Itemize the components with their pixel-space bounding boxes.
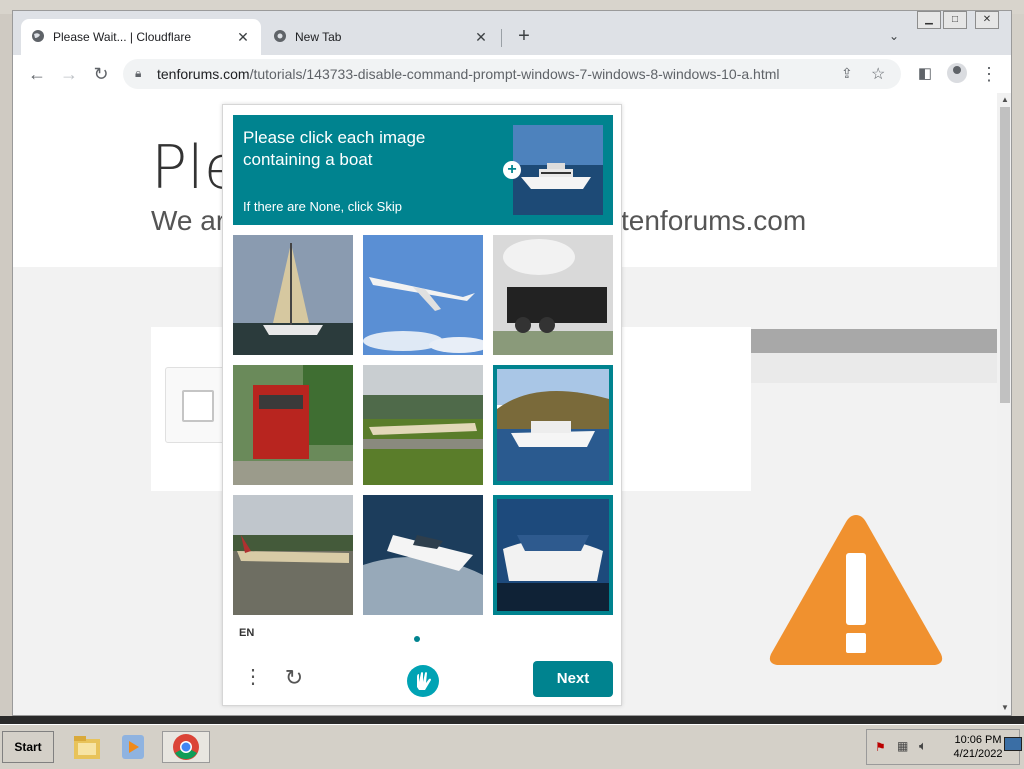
tab-strip: Please Wait... | Cloudflare ✕ New Tab ✕ …: [13, 11, 1011, 55]
verify-widget: [165, 367, 225, 443]
profile-avatar-icon[interactable]: [947, 63, 967, 83]
language-selector[interactable]: EN: [239, 627, 254, 639]
start-button[interactable]: Start: [2, 731, 54, 763]
network-icon[interactable]: ▦: [897, 739, 908, 753]
page-subtitle-domain: tenforums.com: [621, 205, 807, 236]
new-tab-button[interactable]: +: [513, 25, 535, 47]
image-tile-motorboat[interactable]: [493, 495, 613, 615]
clock[interactable]: 10:06 PM 4/21/2022: [947, 733, 1009, 761]
desktop-right-strip: [1012, 14, 1024, 718]
desktop-bottom-strip: [0, 716, 1024, 724]
verify-checkbox[interactable]: [182, 390, 214, 422]
volume-icon[interactable]: 🔈︎: [919, 738, 927, 754]
forward-arrow-icon[interactable]: →: [57, 62, 81, 86]
taskbar: Start ⚑ ▦ 🔈︎ 10:06 PM 4/21/2022: [0, 724, 1024, 769]
globe-icon: [31, 29, 45, 46]
warning-icon: [765, 509, 947, 674]
system-tray: ⚑ ▦ 🔈︎ 10:06 PM 4/21/2022: [866, 729, 1020, 765]
show-desktop-icon[interactable]: [1004, 737, 1022, 751]
tab-title: New Tab: [295, 30, 342, 44]
hcaptcha-dialog: Please click each image containing a boa…: [222, 104, 622, 706]
scroll-thumb[interactable]: [1000, 107, 1010, 403]
back-arrow-icon[interactable]: ←: [25, 62, 49, 86]
image-tile-red-locomotive[interactable]: [233, 365, 353, 485]
image-grid: [233, 235, 613, 615]
url-host: tenforums.com: [157, 66, 250, 82]
address-bar[interactable]: 🔒︎ tenforums.com/tutorials/143733-disabl…: [123, 59, 901, 89]
lock-icon: 🔒︎: [135, 66, 142, 80]
maximize-button[interactable]: □: [943, 11, 967, 29]
image-tile-airliner[interactable]: [233, 495, 353, 615]
image-tile-speedboat[interactable]: [363, 495, 483, 615]
image-tile-airplane-sky[interactable]: [363, 235, 483, 355]
reload-icon[interactable]: ↻: [89, 62, 113, 86]
tab-cloudflare[interactable]: Please Wait... | Cloudflare ✕: [21, 19, 261, 55]
more-options-icon[interactable]: ⋮: [243, 665, 263, 689]
browser-toolbar: ← → ↻ 🔒︎ tenforums.com/tutorials/143733-…: [13, 55, 1011, 94]
explorer-icon[interactable]: [70, 731, 104, 763]
next-button[interactable]: Next: [533, 661, 613, 697]
page-scrollbar[interactable]: ▲ ▼: [997, 93, 1011, 715]
clock-date: 4/21/2022: [953, 748, 1003, 760]
minimize-button[interactable]: ▁: [917, 11, 941, 29]
image-tile-steam-train[interactable]: [493, 235, 613, 355]
example-boat-image[interactable]: [513, 125, 603, 215]
chrome-taskbar-icon[interactable]: [162, 731, 210, 763]
plus-icon[interactable]: +: [503, 161, 521, 179]
start-label: Start: [14, 740, 42, 754]
page-indicator-dot: [414, 636, 420, 642]
side-panel-icon[interactable]: ◧: [913, 62, 937, 86]
image-tile-airplane-runway[interactable]: [363, 365, 483, 485]
tab-search-chevron-icon[interactable]: ⌄: [885, 27, 903, 45]
desktop-left-strip: [0, 14, 12, 718]
url-text: tenforums.com/tutorials/143733-disable-c…: [157, 66, 779, 82]
media-player-icon[interactable]: [116, 731, 150, 763]
close-tab-icon[interactable]: ✕: [473, 29, 489, 46]
menu-kebab-icon[interactable]: ⋮: [977, 62, 1001, 86]
clock-time: 10:06 PM: [954, 734, 1002, 746]
scroll-up-icon[interactable]: ▲: [1000, 95, 1010, 105]
image-tile-sailboat[interactable]: [233, 235, 353, 355]
captcha-header: Please click each image containing a boa…: [233, 115, 613, 225]
flag-icon[interactable]: ⚑: [875, 740, 886, 754]
captcha-prompt: Please click each image containing a boa…: [243, 128, 426, 169]
close-tab-icon[interactable]: ✕: [235, 29, 251, 46]
tab-title: Please Wait... | Cloudflare: [53, 30, 192, 44]
image-tile-yacht[interactable]: [493, 365, 613, 485]
captcha-skip-hint: If there are None, click Skip: [243, 199, 402, 214]
share-icon[interactable]: ⇪: [841, 65, 853, 82]
hcaptcha-logo-icon[interactable]: [407, 665, 439, 697]
url-path: /tutorials/143733-disable-command-prompt…: [249, 66, 780, 82]
tab-new-tab[interactable]: New Tab ✕: [263, 19, 499, 55]
chrome-icon: [273, 29, 287, 46]
scroll-down-icon[interactable]: ▼: [1000, 703, 1010, 713]
refresh-challenge-icon[interactable]: ↻: [281, 665, 307, 691]
tab-separator: [501, 29, 502, 47]
bookmark-star-icon[interactable]: ☆: [871, 64, 885, 84]
page-subtitle: We ar: [151, 205, 226, 236]
window-close-button[interactable]: ✕: [975, 11, 999, 29]
